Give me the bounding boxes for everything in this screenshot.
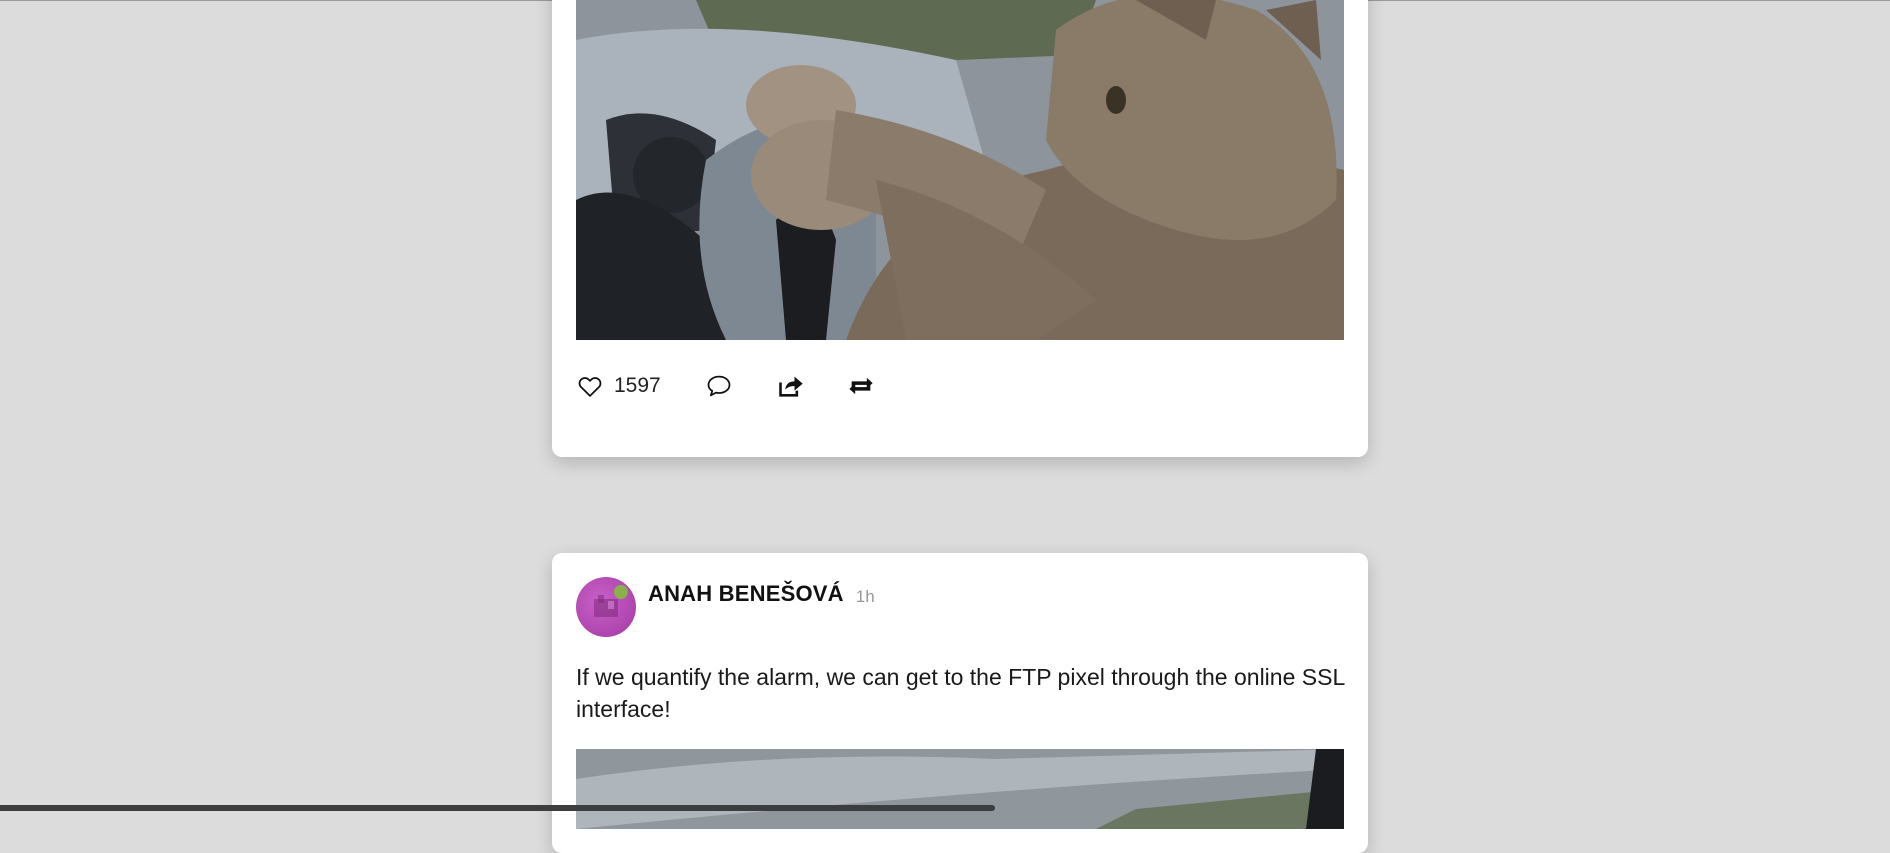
like-button[interactable]: 1597 bbox=[576, 372, 661, 400]
repost-button[interactable] bbox=[847, 372, 875, 400]
comment-button[interactable] bbox=[705, 372, 733, 400]
status-dot bbox=[614, 585, 628, 599]
share-icon bbox=[778, 376, 803, 397]
repost-icon bbox=[849, 377, 873, 395]
horizontal-scrollbar[interactable] bbox=[0, 805, 995, 811]
post-text: If we quantify the alarm, we can get to … bbox=[576, 664, 1345, 722]
avatar[interactable] bbox=[576, 577, 636, 637]
share-button[interactable] bbox=[777, 372, 805, 400]
comment-icon bbox=[707, 375, 731, 397]
heart-icon bbox=[578, 377, 602, 397]
avatar-glyph-icon bbox=[594, 595, 618, 617]
like-count: 1597 bbox=[614, 374, 661, 397]
author-name[interactable]: ANAH BENEŠOVÁ bbox=[648, 581, 844, 607]
cat-driving-image bbox=[576, 0, 1344, 340]
post-image[interactable] bbox=[576, 749, 1344, 829]
cat-driving-image bbox=[576, 749, 1344, 829]
post-header: ANAH BENEŠOVÁ 1h bbox=[576, 577, 875, 637]
post-image[interactable] bbox=[576, 0, 1344, 340]
post-card: 1597 bbox=[552, 0, 1368, 457]
post-actions: 1597 bbox=[576, 368, 875, 404]
post-timestamp: 1h bbox=[855, 587, 875, 606]
